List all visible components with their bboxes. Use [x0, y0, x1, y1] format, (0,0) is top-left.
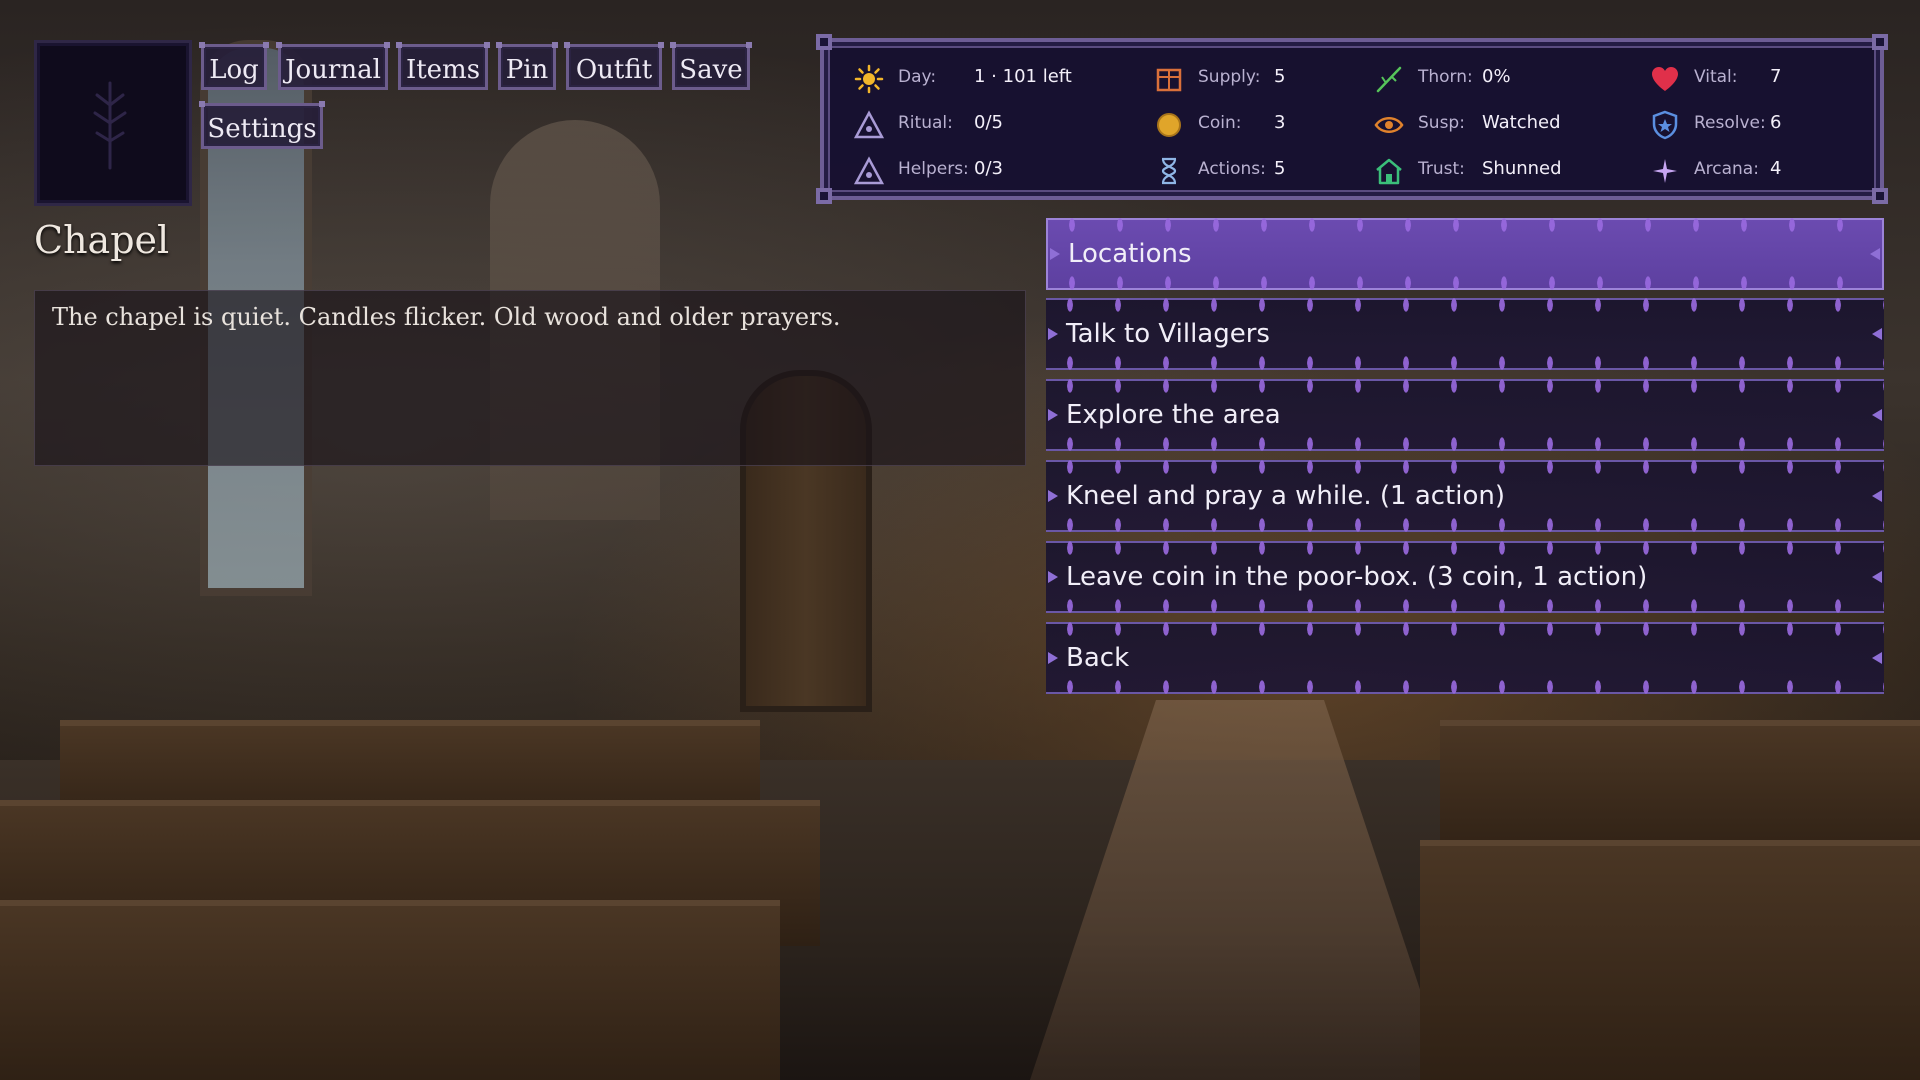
menu-item-leave-coin[interactable]: Leave coin in the poor-box. (3 coin, 1 a… — [1046, 541, 1884, 613]
vital-label: Vital: — [1694, 67, 1738, 87]
journal-button[interactable]: Journal — [276, 42, 390, 90]
chapel-aisle — [1030, 700, 1450, 1080]
menu-border-studs — [1046, 437, 1884, 451]
menu-arrow-right-icon — [1872, 490, 1882, 502]
stats-panel: Day: 1 · 101 left Ritual: 0/5 Helpers: 0… — [816, 34, 1888, 204]
menu-arrow-left-icon — [1050, 248, 1060, 260]
menu-arrow-right-icon — [1872, 652, 1882, 664]
helpers-label: Helpers: — [898, 159, 969, 179]
menu-arrow-left-icon — [1048, 409, 1058, 421]
resolve-label: Resolve: — [1694, 113, 1766, 133]
hourglass-icon — [1161, 157, 1177, 185]
supply-value: 5 — [1274, 66, 1286, 87]
menu-border-studs — [1048, 218, 1882, 232]
menu-border-studs — [1046, 379, 1884, 393]
menu-item-explore-area[interactable]: Explore the area — [1046, 379, 1884, 451]
vital-value: 7 — [1770, 66, 1782, 87]
character-portrait — [34, 40, 192, 206]
coin-value: 3 — [1274, 112, 1286, 133]
trust-label: Trust: — [1418, 159, 1465, 179]
coin-icon — [1157, 113, 1181, 137]
menu-arrow-right-icon — [1872, 409, 1882, 421]
thorn-icon — [1376, 66, 1402, 93]
menu-border-studs — [1046, 356, 1884, 370]
coin-label: Coin: — [1198, 113, 1242, 133]
location-title: Chapel — [34, 218, 170, 262]
menu-arrow-left-icon — [1048, 652, 1058, 664]
day-label: Day: — [898, 67, 937, 87]
settings-button[interactable]: Settings — [199, 101, 325, 149]
panel-corner — [816, 34, 832, 50]
sparkle-icon — [1653, 159, 1677, 183]
menu-item-label: Locations — [1068, 239, 1192, 269]
supply-label: Supply: — [1198, 67, 1261, 87]
resolve-value: 6 — [1770, 112, 1782, 133]
location-description: The chapel is quiet. Candles flicker. Ol… — [52, 303, 841, 331]
trust-value: Shunned — [1482, 158, 1562, 179]
menu-item-label: Talk to Villagers — [1066, 319, 1270, 349]
menu-arrow-right-icon — [1872, 571, 1882, 583]
panel-corner — [1872, 34, 1888, 50]
menu-item-label: Kneel and pray a while. (1 action) — [1066, 481, 1506, 511]
thorn-value: 0% — [1482, 66, 1511, 87]
panel-corner — [1872, 188, 1888, 204]
menu-item-label: Leave coin in the poor-box. (3 coin, 1 a… — [1066, 562, 1648, 592]
crate-icon — [1156, 68, 1182, 92]
save-button[interactable]: Save — [670, 42, 752, 90]
thorn-label: Thorn: — [1418, 67, 1473, 87]
pew — [1420, 840, 1920, 1080]
menu-item-back[interactable]: Back — [1046, 622, 1884, 694]
menu-arrow-left-icon — [1048, 328, 1058, 340]
menu-border-studs — [1046, 518, 1884, 532]
menu-border-studs — [1048, 276, 1882, 290]
arcana-label: Arcana: — [1694, 159, 1759, 179]
menu-border-studs — [1046, 680, 1884, 694]
menu-border-studs — [1046, 622, 1884, 636]
pew — [0, 900, 780, 1080]
menu-border-studs — [1046, 460, 1884, 474]
menu-item-label: Explore the area — [1066, 400, 1281, 430]
actions-label: Actions: — [1198, 159, 1266, 179]
eye-icon — [1374, 117, 1404, 133]
menu-item-locations[interactable]: Locations — [1046, 218, 1884, 290]
sun-icon — [854, 64, 884, 94]
sprig-icon — [93, 81, 127, 170]
menu-arrow-left-icon — [1048, 490, 1058, 502]
items-button[interactable]: Items — [396, 42, 490, 90]
log-button[interactable]: Log — [199, 42, 269, 90]
ritual-value: 0/5 — [974, 112, 1003, 133]
triangle-icon — [854, 110, 884, 139]
day-value: 1 · 101 left — [974, 66, 1072, 87]
house-icon — [1376, 158, 1402, 185]
actions-value: 5 — [1274, 158, 1286, 179]
game-screen: Log Journal Items Pin Outfit Save Settin… — [0, 0, 1920, 1080]
menu-border-studs — [1046, 541, 1884, 555]
pin-button[interactable]: Pin — [496, 42, 558, 90]
susp-value: Watched — [1482, 112, 1561, 133]
arcana-value: 4 — [1770, 158, 1782, 179]
menu-border-studs — [1046, 298, 1884, 312]
menu-arrow-right-icon — [1872, 328, 1882, 340]
menu-item-label: Back — [1066, 643, 1130, 673]
menu-item-kneel-and-pray[interactable]: Kneel and pray a while. (1 action) — [1046, 460, 1884, 532]
susp-label: Susp: — [1418, 113, 1465, 133]
menu-item-talk-to-villagers[interactable]: Talk to Villagers — [1046, 298, 1884, 370]
menu-arrow-right-icon — [1870, 248, 1880, 260]
helpers-value: 0/3 — [974, 158, 1003, 179]
shield-icon — [1652, 110, 1678, 140]
menu-border-studs — [1046, 599, 1884, 613]
ritual-label: Ritual: — [898, 113, 953, 133]
panel-corner — [816, 188, 832, 204]
menu-arrow-left-icon — [1048, 571, 1058, 583]
heart-icon — [1652, 67, 1678, 91]
triangle-icon — [854, 156, 884, 185]
outfit-button[interactable]: Outfit — [564, 42, 664, 90]
